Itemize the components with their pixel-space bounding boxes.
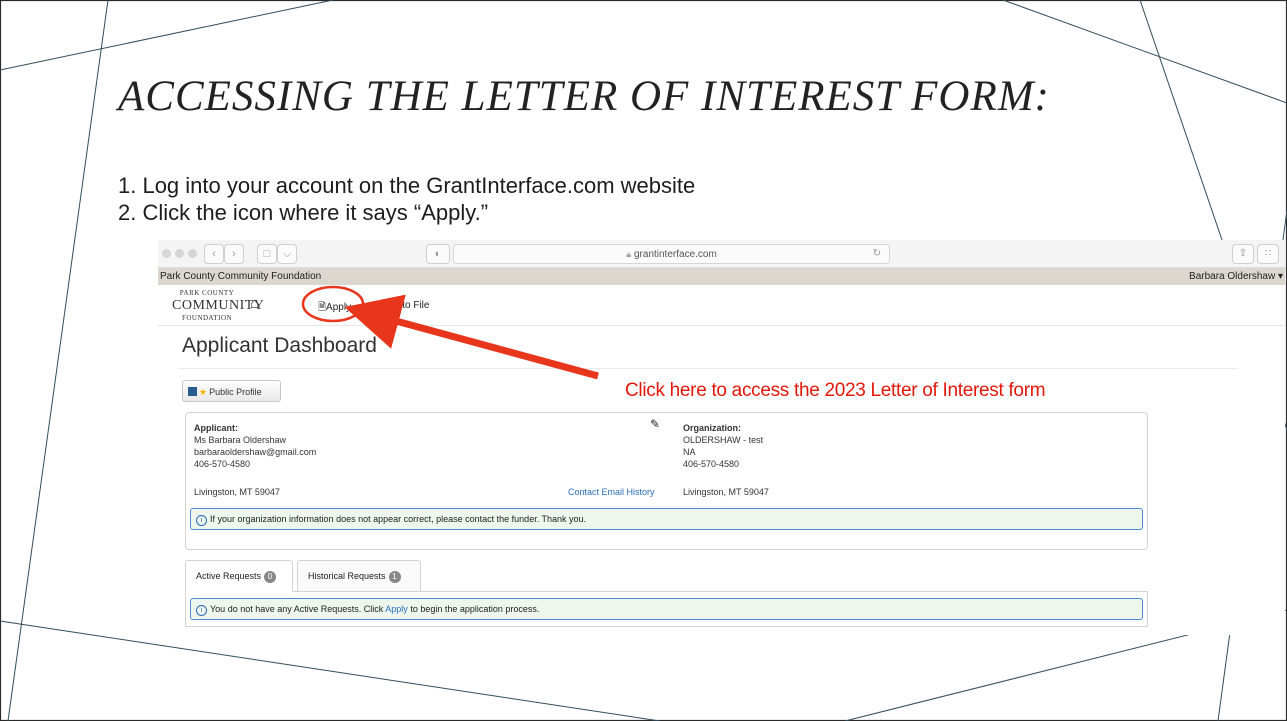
org-info-alert: i If your organization information does n… bbox=[190, 508, 1143, 530]
edit-pencil-icon[interactable]: ✎ bbox=[650, 418, 660, 430]
active-requests-count-badge: 0 bbox=[264, 571, 277, 583]
reload-icon[interactable]: ↻ bbox=[873, 245, 881, 263]
step-1: 1. Log into your account on the GrantInt… bbox=[118, 173, 696, 198]
fax-icon: ⎙ bbox=[372, 300, 380, 311]
apply-link[interactable]: 🗎︎Apply bbox=[318, 300, 351, 317]
organization-name: OLDERSHAW - test bbox=[683, 435, 764, 445]
org-name: Park County Community Foundation bbox=[160, 271, 322, 282]
back-icon[interactable]: ‹ bbox=[204, 244, 224, 264]
applicant-name: Ms Barbara Oldershaw bbox=[194, 435, 287, 445]
page-title: Applicant Dashboard bbox=[182, 334, 377, 357]
public-profile-button[interactable]: ★ Public Profile bbox=[182, 380, 281, 402]
chevron-down-icon[interactable]: ⌵ bbox=[277, 244, 297, 264]
window-zoom-icon[interactable] bbox=[188, 249, 197, 258]
no-active-requests-alert: i You do not have any Active Requests. Cl… bbox=[190, 598, 1143, 620]
org-header-bar: Park County Community Foundation Barbara… bbox=[158, 268, 1285, 285]
info-icon: i bbox=[196, 515, 207, 526]
browser-toolbar: ‹ › □ ⌵ ◐ 🔒︎ grantinterface.com ↻ ⇧ ∷ bbox=[158, 240, 1285, 268]
slide-title: ACCESSING THE LETTER OF INTEREST FORM: bbox=[118, 73, 1050, 120]
org-info-alert-text: If your organization information does no… bbox=[210, 514, 587, 524]
tab-active-requests[interactable]: Active Requests 0 bbox=[185, 560, 293, 593]
lock-icon: 🔒︎ bbox=[626, 249, 631, 259]
organization-location: Livingston, MT 59047 bbox=[683, 487, 769, 497]
logo-line-2: COMMUNITY bbox=[172, 298, 265, 313]
applicant-email: barbaraoldershaw@gmail.com bbox=[194, 447, 317, 457]
no-active-requests-text-pre: You do not have any Active Requests. Cli… bbox=[210, 604, 384, 614]
applicant-phone: 406-570-4580 bbox=[194, 459, 251, 469]
callout-text: Click here to access the 2023 Letter of … bbox=[625, 380, 1046, 401]
divider bbox=[178, 368, 1238, 369]
step-2: 2. Click the icon where it says “Apply.” bbox=[118, 200, 489, 225]
applicant-heading: Applicant: bbox=[194, 423, 238, 433]
tab-historical-requests[interactable]: Historical Requests 1 bbox=[297, 560, 421, 592]
profile-icon bbox=[188, 387, 197, 396]
organization-line-2: NA bbox=[683, 447, 696, 457]
star-icon: ★ bbox=[199, 387, 208, 397]
privacy-shield-icon[interactable]: ◐ bbox=[426, 244, 450, 264]
no-active-requests-text-post: to begin the application process. bbox=[410, 604, 540, 614]
window-close-icon[interactable] bbox=[162, 249, 171, 258]
tab-content: i You do not have any Active Requests. Cl… bbox=[185, 591, 1148, 627]
historical-requests-count-badge: 1 bbox=[388, 571, 401, 583]
tab-historical-requests-label: Historical Requests bbox=[308, 571, 386, 581]
address-bar[interactable]: 🔒︎ grantinterface.com ↻ bbox=[453, 244, 890, 264]
fax-label: Fax to File bbox=[382, 300, 430, 311]
foundation-logo[interactable]: PARK COUNTY COMMUNITY FOUNDATION bbox=[172, 289, 265, 322]
applicant-info-panel: Applicant: Ms Barbara Oldershaw barbarao… bbox=[185, 412, 1148, 550]
home-icon[interactable]: ⌂ bbox=[250, 295, 259, 312]
logo-line-1: PARK COUNTY bbox=[179, 289, 235, 297]
organization-heading: Organization: bbox=[683, 423, 741, 433]
info-icon: i bbox=[196, 605, 207, 616]
public-profile-label: Public Profile bbox=[209, 387, 262, 397]
window-minimize-icon[interactable] bbox=[175, 249, 184, 258]
user-menu[interactable]: Barbara Oldershaw ▾ bbox=[1189, 268, 1283, 285]
logo-line-3: FOUNDATION bbox=[181, 314, 233, 322]
organization-phone: 406-570-4580 bbox=[683, 459, 740, 469]
contact-email-history-link[interactable]: Contact Email History bbox=[568, 486, 655, 498]
site-nav: PARK COUNTY COMMUNITY FOUNDATION ⌂ 🗎︎App… bbox=[158, 285, 1285, 326]
apply-label: Apply bbox=[326, 302, 352, 313]
browser-screenshot: ‹ › □ ⌵ ◐ 🔒︎ grantinterface.com ↻ ⇧ ∷ Par… bbox=[158, 240, 1285, 635]
tab-active-requests-label: Active Requests bbox=[196, 571, 262, 581]
tabs-overview-icon[interactable]: ∷ bbox=[1257, 244, 1279, 264]
share-icon[interactable]: ⇧ bbox=[1232, 244, 1254, 264]
forward-icon[interactable]: › bbox=[224, 244, 244, 264]
address-bar-url: grantinterface.com bbox=[633, 249, 717, 260]
fax-to-file-link[interactable]: ⎙ Fax to File bbox=[372, 300, 429, 311]
slide: ACCESSING THE LETTER OF INTEREST FORM: 1… bbox=[0, 0, 1287, 721]
sidebar-icon[interactable]: □ bbox=[257, 244, 277, 264]
apply-inline-link[interactable]: Apply bbox=[385, 604, 408, 614]
instruction-steps: 1. Log into your account on the GrantInt… bbox=[118, 172, 695, 226]
applicant-location: Livingston, MT 59047 bbox=[194, 487, 280, 497]
document-icon: 🗎︎ bbox=[318, 302, 327, 313]
